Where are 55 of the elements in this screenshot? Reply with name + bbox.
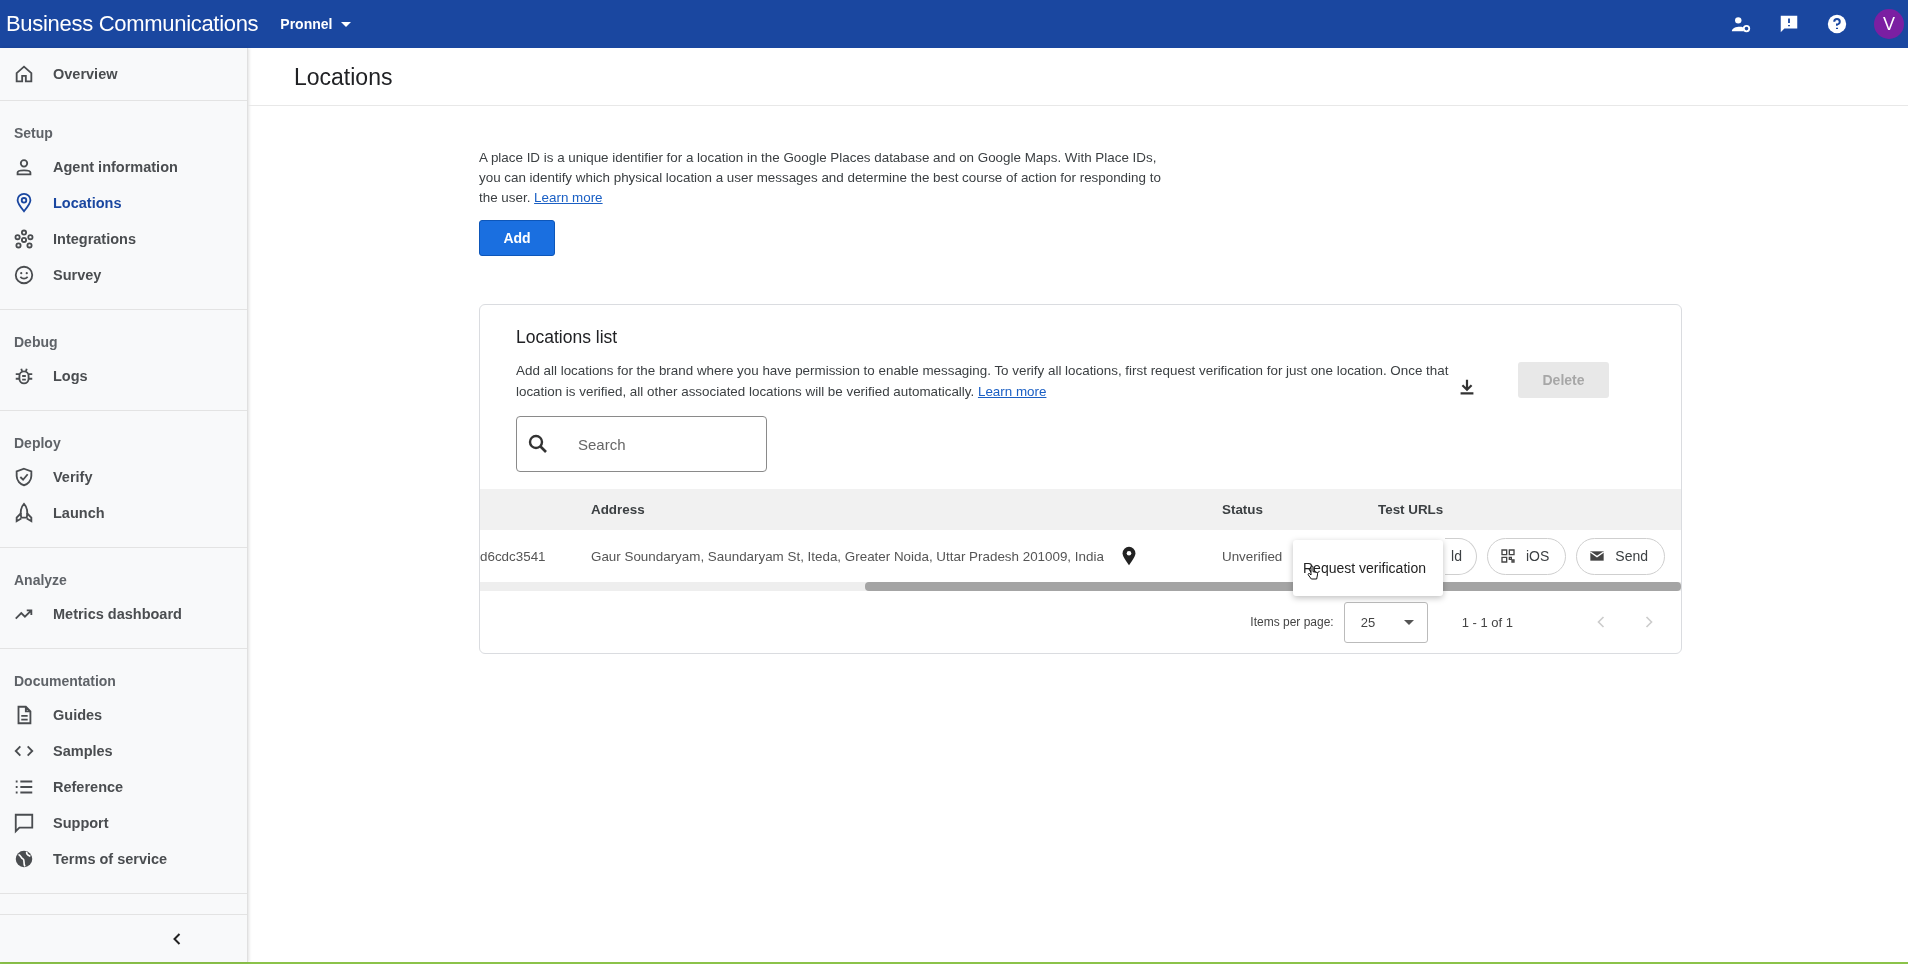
section-heading: Deploy <box>13 434 62 453</box>
sidebar-item[interactable]: Verify <box>0 459 247 495</box>
nodes-icon <box>13 228 35 250</box>
test-url-button[interactable]: ld <box>1445 537 1477 575</box>
sidebar-item[interactable]: Samples <box>0 733 247 769</box>
section-heading: Debug <box>13 333 59 352</box>
avatar[interactable]: V <box>1874 9 1904 39</box>
sidebar-item[interactable]: Metrics dashboard <box>0 596 247 632</box>
globe-icon <box>13 848 35 870</box>
sidebar-item[interactable]: Integrations <box>0 221 247 257</box>
section-heading: Documentation <box>13 672 117 691</box>
app-title: Business Communications <box>6 11 259 37</box>
page-range: 1 - 1 of 1 <box>1461 614 1513 630</box>
column-header: Test URLs <box>1378 502 1445 517</box>
mail-icon <box>1589 548 1606 564</box>
sidebar-item[interactable]: Launch <box>0 495 247 531</box>
column-header: Address <box>591 502 646 517</box>
rocket-icon <box>13 502 35 524</box>
sidebar-item[interactable]: Overview <box>0 56 247 92</box>
sidebar-item[interactable]: Guides <box>0 697 247 733</box>
table-cell: Gaur Soundaryam, Saundaryam St, Iteda, Greater Noida, Uttar Pradesh 201009, India <box>591 548 1104 564</box>
card-title: Locations list <box>516 327 619 348</box>
test-url-button[interactable]: iOS <box>1486 537 1567 575</box>
sidebar-item[interactable]: Support <box>0 805 247 841</box>
shield-check-icon <box>13 466 35 488</box>
menu-item[interactable]: Request verification <box>1293 560 1426 576</box>
help-icon[interactable] <box>1826 13 1848 35</box>
test-url-button[interactable]: Send <box>1576 537 1665 575</box>
table-cell-text: Unverified <box>1222 548 1284 564</box>
sidebar-item[interactable]: Terms of service <box>0 841 247 877</box>
smiley-icon <box>13 264 35 286</box>
sidebar-item[interactable]: Logs <box>0 358 247 394</box>
intro-text: A place ID is a unique identifier for a location in the Google Places database and on Google Maps. With Place IDs, you can identify which physical location a user messages and determine the best course of action for responding to the user. Learn more <box>479 149 1162 207</box>
search-field[interactable]: Search <box>516 416 767 472</box>
section-heading: Analyze <box>13 571 68 590</box>
caret-down-icon <box>341 21 352 27</box>
section-heading: Setup <box>13 124 54 143</box>
description-text: Add all locations for the brand where you have permission to enable messaging. To verify all locations, first request verification for just one location. Once that location is verified, all other associated locations will be verified automatically. Learn more <box>516 362 1450 401</box>
sidebar-item[interactable]: Locations <box>0 185 247 221</box>
home-icon <box>13 63 35 85</box>
caret-down-icon <box>1403 619 1414 625</box>
items-per-page-label: Items per page: <box>1250 615 1334 629</box>
table-cell-text: d6cdc3541 <box>480 548 547 564</box>
qr-code-icon <box>1499 548 1516 564</box>
chat-bubble-icon <box>13 812 35 834</box>
column-header: Status <box>1222 502 1264 517</box>
sidebar-item[interactable]: Reference <box>0 769 247 805</box>
add-button[interactable]: Add <box>479 220 555 256</box>
page-size-select[interactable]: 25 <box>1343 601 1428 643</box>
learn-more-link[interactable]: Learn more <box>534 190 603 205</box>
sidebar-item[interactable]: Survey <box>0 257 247 293</box>
page-title: Locations <box>248 48 1908 106</box>
sidebar-item[interactable]: Agent information <box>0 149 247 185</box>
account-dropdown[interactable]: Pronnel <box>280 16 352 32</box>
learn-more-link[interactable]: Learn more <box>977 384 1047 399</box>
